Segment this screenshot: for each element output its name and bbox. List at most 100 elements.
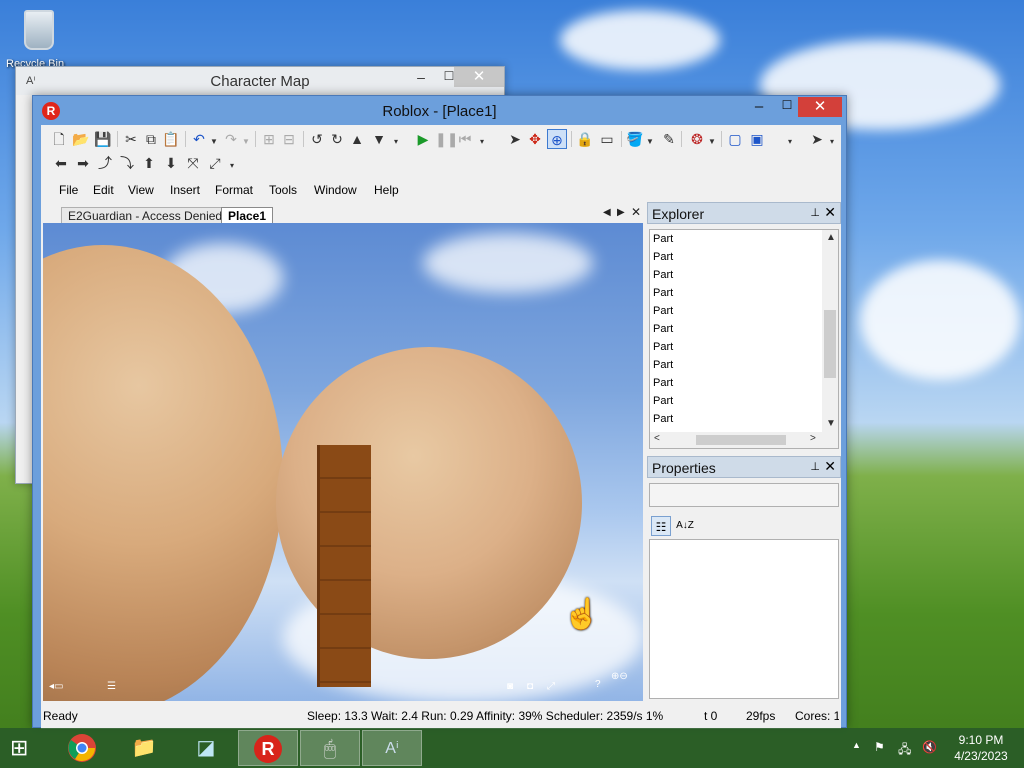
pin-icon[interactable]: ⊥ — [810, 206, 820, 219]
move-up-icon[interactable]: ▲ — [347, 129, 367, 149]
character-map-titlebar[interactable]: Aⁱ Character Map – ☐ ✕ — [16, 67, 504, 95]
menu-tools[interactable]: Tools — [269, 183, 297, 197]
arrow-up-icon[interactable]: ⬆ — [139, 153, 159, 173]
file-explorer-icon[interactable]: 📁 — [114, 730, 174, 766]
arrow-down-icon[interactable]: ⬇ — [161, 153, 181, 173]
explorer-close-button[interactable]: ✕ — [824, 204, 836, 221]
copy-icon[interactable]: ⧉ — [141, 129, 161, 149]
chrome-icon[interactable] — [52, 730, 112, 766]
reset-icon[interactable]: ⏮ — [455, 129, 475, 149]
windows-start-icon[interactable]: ⊞ — [10, 736, 38, 760]
new-file-icon[interactable]: 🗋 — [49, 129, 69, 149]
explorer-item-part[interactable]: Part — [650, 392, 838, 410]
paint-dropdown-icon[interactable]: ▼ — [645, 131, 655, 149]
minimize-button[interactable]: – — [746, 98, 772, 118]
close-button[interactable]: ✕ — [798, 97, 842, 117]
tab-close-button[interactable]: ✕ — [631, 205, 641, 219]
surface-icon[interactable]: ▢ — [725, 129, 745, 149]
fullscreen-icon[interactable]: ⤢ — [547, 681, 555, 692]
explorer-item-part[interactable]: Part — [650, 338, 838, 356]
redo-dropdown-icon[interactable]: ▼ — [241, 131, 251, 149]
explorer-item-part[interactable]: Part — [650, 410, 838, 428]
scroll-thumb[interactable] — [824, 310, 836, 378]
help-icon[interactable]: ? — [595, 679, 601, 690]
paint-bucket-icon[interactable]: 🪣 — [625, 129, 645, 149]
explorer-item-part[interactable]: Part — [650, 356, 838, 374]
tab-prev-button[interactable]: ◀ — [603, 207, 611, 218]
toolbar-overflow-icon[interactable]: ▾ — [827, 131, 837, 149]
arrow-right-icon[interactable]: ➡ — [73, 153, 93, 173]
save-icon[interactable]: 💾 — [93, 129, 113, 149]
toolbar-overflow-icon[interactable]: ▾ — [785, 131, 795, 149]
tab-next-button[interactable]: ▶ — [617, 207, 625, 218]
explorer-tree[interactable]: Part Part Part Part Part Part Part Part Part Part… — [649, 229, 839, 449]
dropper-icon[interactable]: ✎ — [659, 129, 679, 149]
cut-icon[interactable]: ✂ — [121, 129, 141, 149]
recycle-bin-icon[interactable]: Recycle Bin — [6, 6, 70, 70]
zoom-controls-icon[interactable]: ⊕⊖ — [611, 671, 628, 682]
explorer-item-part[interactable]: Part — [650, 266, 838, 284]
camera-icon[interactable]: ◘ — [527, 681, 533, 692]
alphabetical-sort-icon[interactable]: A↓Z — [675, 516, 695, 536]
menu-edit[interactable]: Edit — [93, 183, 114, 197]
open-folder-icon[interactable]: 📂 — [71, 129, 91, 149]
tab-place1[interactable]: Place1 — [221, 207, 274, 223]
menu-window[interactable]: Window — [314, 183, 357, 197]
explorer-item-part[interactable]: Part — [650, 248, 838, 266]
notebook-app-icon[interactable]: ◪ — [176, 730, 236, 766]
arrow-left-icon[interactable]: ⬅ — [51, 153, 71, 173]
explorer-item-part[interactable]: Part — [650, 302, 838, 320]
properties-close-button[interactable]: ✕ — [824, 458, 836, 475]
network-icon[interactable]: 🖧 — [898, 740, 911, 761]
lock-icon[interactable]: 🔒 — [575, 129, 595, 149]
scroll-thumb[interactable] — [696, 435, 786, 445]
undo-icon[interactable]: ↶ — [189, 129, 209, 149]
group-icon[interactable]: ⊞ — [259, 129, 279, 149]
pin-icon[interactable]: ⊥ — [810, 460, 820, 473]
scroll-right-icon[interactable]: > — [810, 433, 816, 444]
camera-tilt-icon[interactable]: ◙ — [507, 681, 513, 692]
arrow-up-curved-icon[interactable]: ⤴ — [95, 153, 115, 173]
properties-grid[interactable] — [649, 539, 839, 699]
menu-file[interactable]: File — [59, 183, 78, 197]
scroll-left-icon[interactable]: < — [654, 433, 660, 444]
toolbar-overflow-icon[interactable]: ▾ — [227, 155, 237, 173]
menu-insert[interactable]: Insert — [170, 183, 200, 197]
volume-muted-icon[interactable]: 🔇 — [922, 740, 937, 754]
collapse-icon[interactable]: ⤧ — [183, 153, 203, 173]
roblox-studio-taskbar-icon[interactable]: R — [238, 730, 298, 766]
roblox-studio-window[interactable]: R Roblox - [Place1] – ☐ ✕ 🗋 📂 💾 ✂ ⧉ 📋 ↶ … — [32, 95, 847, 729]
scroll-up-icon[interactable]: ▲ — [826, 232, 836, 243]
maximize-button[interactable]: ☐ — [774, 98, 800, 118]
play-icon[interactable]: ▶ — [413, 129, 433, 149]
toolbar-overflow-icon[interactable]: ▾ — [391, 131, 401, 149]
menu-format[interactable]: Format — [215, 183, 253, 197]
viewport-nav-icon[interactable]: ◂▭ — [49, 681, 63, 692]
explorer-item-part[interactable]: Part — [650, 230, 838, 248]
brick-column-part[interactable] — [317, 445, 371, 687]
undo-dropdown-icon[interactable]: ▼ — [209, 131, 219, 149]
mouse-app-icon[interactable]: 🖱 — [300, 730, 360, 766]
material-icon[interactable]: ❂ — [687, 129, 707, 149]
3d-viewport[interactable]: ◂▭ ☰ ◙ ◘ ⤢ ? ⊕⊖ ☝ — [43, 223, 643, 701]
explorer-item-part[interactable]: Part — [650, 374, 838, 392]
menu-help[interactable]: Help — [374, 183, 399, 197]
expand-icon[interactable]: ⤢ — [205, 153, 225, 173]
explorer-item-part[interactable]: Part — [650, 284, 838, 302]
show-hidden-icons[interactable]: ▲ — [852, 740, 861, 750]
ungroup-icon[interactable]: ⊟ — [279, 129, 299, 149]
sphere-part-left[interactable] — [43, 245, 283, 701]
minimize-button[interactable]: – — [408, 69, 434, 89]
scroll-down-icon[interactable]: ▼ — [826, 418, 836, 429]
character-map-taskbar-icon[interactable]: Aⁱ — [362, 730, 422, 766]
explorer-horizontal-scrollbar[interactable]: < > — [650, 432, 838, 448]
screenshot-icon[interactable]: ▣ — [747, 129, 767, 149]
move-down-icon[interactable]: ▼ — [369, 129, 389, 149]
material-dropdown-icon[interactable]: ▼ — [707, 131, 717, 149]
properties-search-field[interactable] — [649, 483, 839, 507]
resize-tool-icon[interactable]: ⊕ — [547, 129, 567, 149]
rotate-right-icon[interactable]: ↻ — [327, 129, 347, 149]
roblox-titlebar[interactable]: R Roblox - [Place1] – ☐ ✕ — [33, 96, 846, 124]
explorer-item-part[interactable]: Part — [650, 320, 838, 338]
select-arrow-icon[interactable]: ➤ — [505, 129, 525, 149]
